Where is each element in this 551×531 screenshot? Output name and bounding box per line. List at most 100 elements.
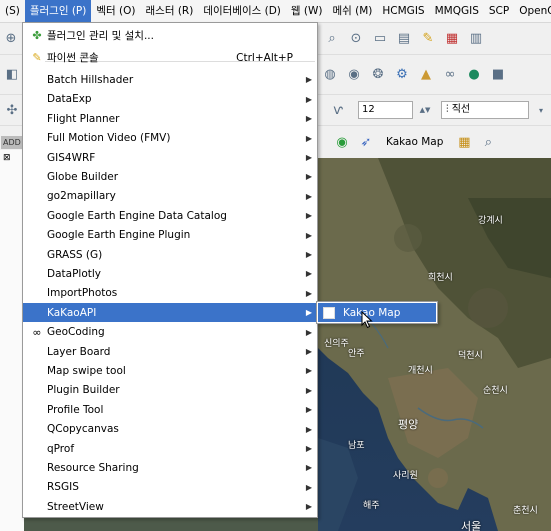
- menu-item-layer-board[interactable]: Layer Board ▶: [23, 342, 317, 361]
- map-label: 신의주: [324, 339, 349, 349]
- select-icon[interactable]: ▭: [371, 30, 389, 48]
- menu-item-go2mapillary[interactable]: go2mapillary ▶: [23, 187, 317, 206]
- menu-item-map-swipe-tool[interactable]: Map swipe tool ▶: [23, 361, 317, 380]
- line-style-value: 직선: [451, 104, 471, 115]
- owl-icon[interactable]: ❂: [369, 66, 387, 84]
- menu-item-dataexp[interactable]: DataExp ▶: [23, 90, 317, 109]
- menu-item-qcopycanvas[interactable]: QCopycanvas ▶: [23, 420, 317, 439]
- binoculars-icon[interactable]: ∞: [441, 66, 459, 84]
- map-label: 춘천시: [513, 506, 538, 516]
- rocket-icon[interactable]: ➶: [357, 133, 375, 151]
- submenu-arrow-icon: ▶: [305, 463, 312, 473]
- map-label: 순천시: [483, 386, 508, 396]
- chevron-down-icon[interactable]: ▾: [532, 101, 550, 119]
- submenu-arrow-icon: ▶: [305, 191, 312, 201]
- magnifier-icon[interactable]: ⌕: [479, 133, 497, 151]
- menu-mmqgis[interactable]: MMQGIS: [430, 0, 484, 22]
- line-style-select[interactable]: ⫶ 직선: [441, 101, 529, 119]
- menu-item-plugin-builder[interactable]: Plugin Builder ▶: [23, 381, 317, 400]
- map-canvas[interactable]: 신의주 평양 안주 희천시 덕천시 개천시 남포 사리원 해주 서울 춘천시 강…: [318, 158, 551, 531]
- map-label: 남포: [348, 441, 365, 451]
- submenu-arrow-icon: ▶: [305, 75, 312, 85]
- menu-hcmgis[interactable]: HCMGIS: [377, 0, 429, 22]
- map-label: 서울: [461, 520, 482, 531]
- spinner-arrows-icon[interactable]: ▲▼: [416, 101, 434, 119]
- submenu-arrow-icon: ▶: [305, 211, 312, 221]
- sphere-icon[interactable]: ●: [465, 66, 483, 84]
- mouse-cursor-icon: [361, 311, 373, 329]
- map-label: 덕천시: [458, 351, 483, 361]
- font-size-spinner[interactable]: 12: [358, 101, 413, 119]
- identify-icon[interactable]: ⌕: [323, 30, 341, 48]
- menu-scp[interactable]: SCP: [484, 0, 514, 22]
- satellite-imagery: [318, 158, 551, 531]
- menu-web[interactable]: 웹 (W): [286, 0, 328, 22]
- menu-openq[interactable]: OpenQ: [514, 0, 551, 22]
- calendar-icon[interactable]: ▦: [443, 30, 461, 48]
- submenu-arrow-icon: ▶: [305, 327, 312, 337]
- submenu-arrow-icon: ▶: [305, 502, 312, 512]
- zoom-icon[interactable]: ⊙: [347, 30, 365, 48]
- label-tool-icon[interactable]: ⱱ: [329, 101, 347, 119]
- menu-item-shortcut: Ctrl+Alt+P: [236, 51, 293, 64]
- menu-item-gis4wrf[interactable]: GIS4WRF ▶: [23, 148, 317, 167]
- submenu-arrow-icon: ▶: [305, 94, 312, 104]
- menu-item-manage-plugins[interactable]: ✤ 플러그인 관리 및 설치...: [23, 26, 317, 45]
- menu-item-flight-planner[interactable]: Flight Planner ▶: [23, 109, 317, 128]
- menu-item-label: Batch Hillshader: [47, 73, 134, 86]
- menu-item-label: DataExp: [47, 93, 92, 106]
- menu-item-gee-catalog[interactable]: Google Earth Engine Data Catalog ▶: [23, 206, 317, 225]
- menu-item-python-console[interactable]: ✎ 파이썬 콘솔 Ctrl+Alt+P: [23, 48, 317, 67]
- grid-icon[interactable]: ▦: [455, 133, 473, 151]
- menu-mesh[interactable]: 메쉬 (M): [327, 0, 377, 22]
- camera-icon[interactable]: ■: [489, 66, 507, 84]
- menu-item-fmv[interactable]: Full Motion Video (FMV) ▶: [23, 129, 317, 148]
- menu-item-label: RSGIS: [47, 481, 79, 494]
- edit-icon[interactable]: ✎: [419, 30, 437, 48]
- menu-raster[interactable]: 래스터 (R): [141, 0, 199, 22]
- map-label: 희천시: [428, 273, 453, 283]
- python-icon[interactable]: ⚙: [393, 66, 411, 84]
- measure-icon[interactable]: ▲: [417, 66, 435, 84]
- layer-icon[interactable]: ◧: [3, 66, 21, 84]
- share-icon[interactable]: ◉: [333, 133, 351, 151]
- close-icon[interactable]: ⊠: [3, 153, 11, 163]
- menu-item-batch-hillshader[interactable]: Batch Hillshader ▶: [23, 70, 317, 89]
- menu-settings[interactable]: (S): [0, 0, 25, 22]
- menu-item-label: ImportPhotos: [47, 287, 118, 300]
- globe-icon[interactable]: ◉: [345, 66, 363, 84]
- menu-item-profile-tool[interactable]: Profile Tool ▶: [23, 400, 317, 419]
- add-button-fragment[interactable]: ADD: [1, 135, 23, 149]
- submenu-arrow-icon: ▶: [305, 114, 312, 124]
- menu-item-grass[interactable]: GRASS (G) ▶: [23, 245, 317, 264]
- menu-item-gee-plugin[interactable]: Google Earth Engine Plugin ▶: [23, 226, 317, 245]
- menu-bar: (S) 플러그인 (P) 벡터 (O) 래스터 (R) 데이터베이스 (D) 웹…: [0, 0, 551, 23]
- node-icon[interactable]: ✣: [3, 101, 21, 119]
- menu-plugins[interactable]: 플러그인 (P): [24, 0, 92, 22]
- table-icon[interactable]: ▥: [467, 30, 485, 48]
- menu-item-qprof[interactable]: qProf ▶: [23, 439, 317, 458]
- menu-item-kakaoapi[interactable]: KaKaoAPI ▶: [23, 303, 317, 323]
- menu-item-label: Google Earth Engine Data Catalog: [47, 209, 227, 222]
- menu-item-label: Google Earth Engine Plugin: [47, 229, 191, 242]
- globe-search-icon[interactable]: ◍: [321, 66, 339, 84]
- menu-database[interactable]: 데이터베이스 (D): [198, 0, 286, 22]
- kakao-map-icon: [323, 306, 335, 319]
- deselect-icon[interactable]: ▤: [395, 30, 413, 48]
- menu-item-globe-builder[interactable]: Globe Builder ▶: [23, 167, 317, 186]
- kakao-map-button[interactable]: Kakao Map: [386, 136, 443, 148]
- menu-item-label: Globe Builder: [47, 170, 119, 183]
- menu-item-kakao-map[interactable]: Kakao Map: [318, 303, 436, 322]
- menu-item-geocoding[interactable]: ∞ GeoCoding ▶: [23, 323, 317, 342]
- submenu-arrow-icon: ▶: [305, 308, 312, 318]
- menu-item-streetview[interactable]: StreetView ▶: [23, 497, 317, 516]
- menu-item-dataplotly[interactable]: DataPlotly ▶: [23, 264, 317, 283]
- menu-item-label: GRASS (G): [47, 248, 103, 261]
- menu-vector[interactable]: 벡터 (O): [91, 0, 140, 22]
- menu-item-importphotos[interactable]: ImportPhotos ▶: [23, 284, 317, 303]
- map-label: 강계시: [478, 216, 503, 226]
- submenu-arrow-icon: ▶: [305, 405, 312, 415]
- menu-item-resource-sharing[interactable]: Resource Sharing ▶: [23, 458, 317, 477]
- menu-item-rsgis[interactable]: RSGIS ▶: [23, 478, 317, 497]
- zoom-in-icon[interactable]: ⊕: [2, 30, 20, 48]
